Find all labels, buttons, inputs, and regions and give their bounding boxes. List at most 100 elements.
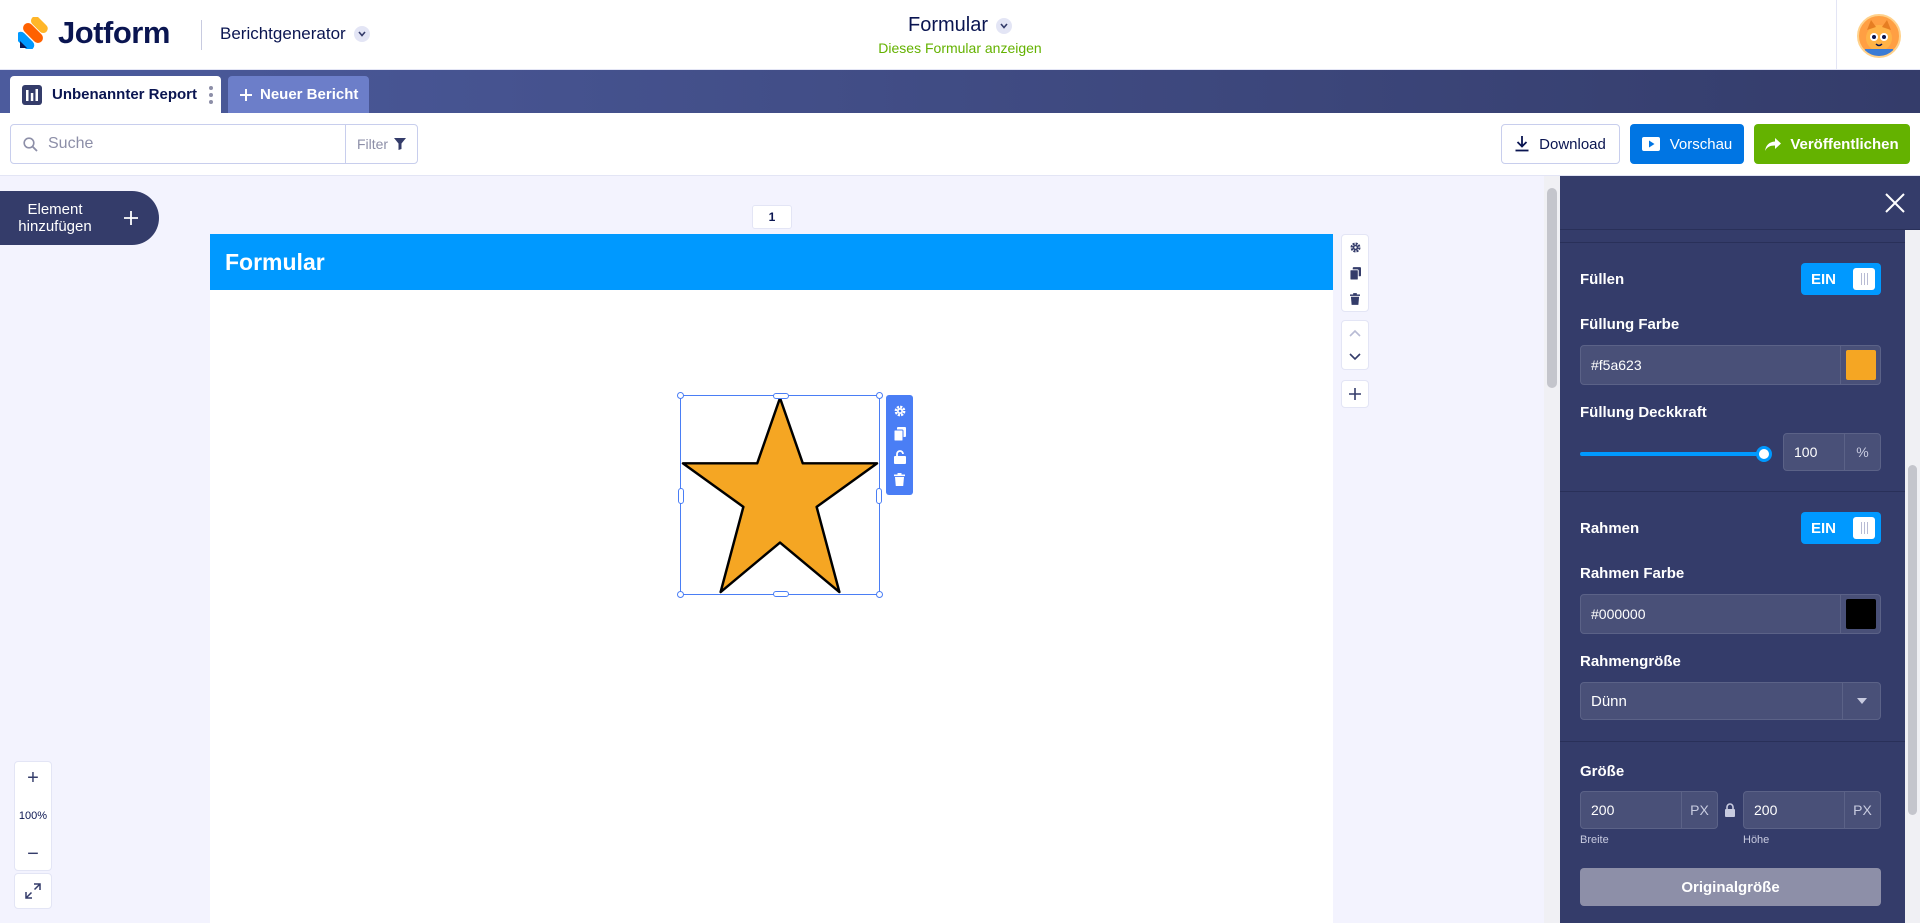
download-label: Download <box>1539 135 1606 153</box>
avatar-divider <box>1836 0 1837 70</box>
border-toggle[interactable]: EIN <box>1801 512 1881 544</box>
fill-toggle-label: EIN <box>1811 270 1837 288</box>
zoom-in-button[interactable]: + <box>27 768 39 788</box>
tab-more-icon[interactable] <box>209 86 213 104</box>
resize-handle-ne[interactable] <box>876 392 883 399</box>
search-box: Filter <box>10 124 418 164</box>
original-size-button[interactable]: Originalgröße <box>1580 868 1881 906</box>
zoom-out-button[interactable]: − <box>27 844 39 864</box>
chevron-down-icon <box>996 17 1012 34</box>
chevron-down-icon[interactable] <box>1349 353 1361 361</box>
resize-handle-nw[interactable] <box>677 392 684 399</box>
border-toggle-label: EIN <box>1811 519 1837 537</box>
add-element-button[interactable]: Element hinzufügen <box>0 191 159 245</box>
form-title-dropdown[interactable]: Formular <box>908 14 1012 37</box>
page-header-title[interactable]: Formular <box>210 234 1333 290</box>
view-form-link[interactable]: Dieses Formular anzeigen <box>0 40 1920 56</box>
user-avatar[interactable] <box>1857 14 1901 58</box>
fill-toggle[interactable]: EIN <box>1801 263 1881 295</box>
search-input[interactable] <box>48 135 388 153</box>
toolbar: Filter Download Vorschau Veröffentlichen <box>0 113 1920 176</box>
border-color-swatch-button[interactable] <box>1840 595 1880 633</box>
fill-opacity-field[interactable]: 100 % <box>1783 433 1881 471</box>
width-caption: Breite <box>1580 834 1609 846</box>
height-field[interactable]: 200 PX <box>1743 791 1881 829</box>
fill-color-field[interactable]: #f5a623 <box>1580 345 1881 385</box>
download-button[interactable]: Download <box>1501 124 1620 164</box>
page-number: 1 <box>752 205 792 229</box>
preview-button[interactable]: Vorschau <box>1630 124 1744 164</box>
filter-button[interactable]: Filter <box>345 125 417 163</box>
height-unit: PX <box>1844 792 1880 828</box>
width-value[interactable]: 200 <box>1581 802 1681 818</box>
fill-opacity-unit: % <box>1844 434 1880 470</box>
publish-button[interactable]: Veröffentlichen <box>1754 124 1910 164</box>
fill-color-value[interactable]: #f5a623 <box>1581 357 1840 373</box>
filter-label: Filter <box>356 136 389 152</box>
canvas-scrollbar-thumb[interactable] <box>1547 188 1557 388</box>
download-icon <box>1515 136 1529 152</box>
duplicate-icon[interactable] <box>893 426 906 441</box>
border-color-label: Rahmen Farbe <box>1580 565 1685 582</box>
border-size-select[interactable]: Dünn <box>1580 682 1881 720</box>
plus-icon <box>1349 388 1361 400</box>
tab-unbenannter-report[interactable]: Unbenannter Report <box>10 76 221 113</box>
border-color-swatch <box>1845 599 1876 629</box>
page-trash-icon[interactable] <box>1350 292 1360 305</box>
resize-handle-n[interactable] <box>773 393 789 399</box>
section-divider <box>1560 491 1905 492</box>
aspect-lock-icon[interactable] <box>1724 803 1736 817</box>
fill-color-swatch <box>1845 350 1876 380</box>
plus-icon <box>240 88 252 101</box>
resize-handle-sw[interactable] <box>677 591 684 598</box>
properties-panel: Füllen EIN Füllung Farbe #f5a623 Füllung… <box>1560 176 1920 923</box>
border-size-value: Dünn <box>1591 692 1627 710</box>
zoom-level: 100% <box>18 810 48 822</box>
border-color-field[interactable]: #000000 <box>1580 594 1881 634</box>
trash-icon[interactable] <box>894 473 905 487</box>
fill-opacity-slider[interactable] <box>1580 446 1772 462</box>
plus-icon <box>124 211 138 225</box>
add-page-button[interactable] <box>1341 380 1369 408</box>
form-title: Formular <box>907 14 988 36</box>
panel-scrollbar[interactable] <box>1905 230 1920 923</box>
panel-scrollbar-thumb[interactable] <box>1908 465 1917 815</box>
fit-to-screen-button[interactable] <box>14 873 52 909</box>
preview-label: Vorschau <box>1669 135 1733 153</box>
expand-arrows-icon <box>25 883 41 899</box>
search-icon <box>23 136 38 152</box>
width-field[interactable]: 200 PX <box>1580 791 1718 829</box>
close-icon[interactable] <box>1884 192 1906 214</box>
border-color-value[interactable]: #000000 <box>1581 606 1840 622</box>
resize-handle-e[interactable] <box>876 488 882 504</box>
canvas-scrollbar[interactable] <box>1544 176 1560 923</box>
slider-knob[interactable] <box>1756 446 1772 462</box>
toggle-knob <box>1853 517 1875 539</box>
fill-color-swatch-button[interactable] <box>1840 346 1880 384</box>
section-divider <box>1560 741 1905 742</box>
section-divider <box>1560 242 1905 243</box>
tab-label: Unbenannter Report <box>52 86 198 103</box>
height-value[interactable]: 200 <box>1744 802 1844 818</box>
zoom-control: + 100% − <box>14 761 52 871</box>
page-duplicate-icon[interactable] <box>1349 267 1361 280</box>
page-settings-gear-icon[interactable] <box>1349 241 1362 254</box>
toggle-knob <box>1853 268 1875 290</box>
fill-opacity-label: Füllung Deckkraft <box>1580 404 1707 421</box>
resize-handle-se[interactable] <box>876 591 883 598</box>
lock-icon[interactable] <box>893 450 906 465</box>
resize-handle-s[interactable] <box>773 591 789 597</box>
new-report-button[interactable]: Neuer Bericht <box>228 76 369 113</box>
panel-header <box>1560 176 1920 230</box>
star-shape[interactable] <box>681 396 879 594</box>
border-size-label: Rahmengröße <box>1580 653 1681 670</box>
chevron-up-icon[interactable] <box>1349 329 1361 337</box>
resize-handle-w[interactable] <box>678 488 684 504</box>
funnel-icon <box>394 138 407 150</box>
play-icon <box>1641 137 1660 151</box>
fill-opacity-value[interactable]: 100 <box>1784 444 1844 460</box>
avatar-cat-icon <box>1865 20 1893 56</box>
gear-icon[interactable] <box>893 404 907 418</box>
report-chart-icon <box>22 84 42 105</box>
star-shape-element[interactable] <box>677 392 883 598</box>
